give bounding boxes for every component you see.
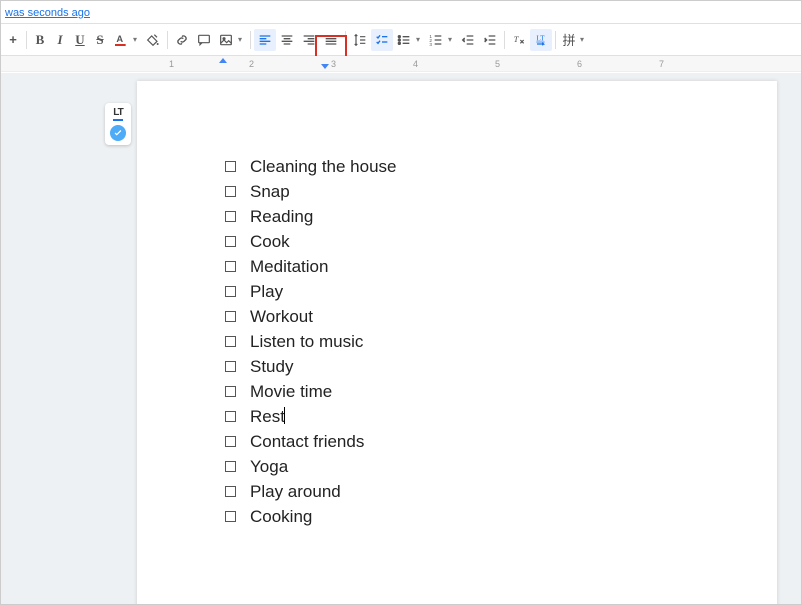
separator: [504, 31, 505, 49]
checklist-item[interactable]: Reading: [225, 205, 397, 230]
link-button[interactable]: [171, 29, 193, 51]
checkbox-icon[interactable]: [225, 461, 236, 472]
italic-button[interactable]: I: [50, 29, 70, 51]
checklist-item[interactable]: Snap: [225, 180, 397, 205]
strikethrough-button[interactable]: S: [90, 29, 110, 51]
checklist-item[interactable]: Meditation: [225, 255, 397, 280]
align-center-button[interactable]: [276, 29, 298, 51]
separator: [345, 31, 346, 49]
image-button[interactable]: [215, 29, 237, 51]
last-edit-link[interactable]: was seconds ago: [5, 7, 90, 19]
separator: [26, 31, 27, 49]
checklist-item[interactable]: Play: [225, 280, 397, 305]
ruler-tick: 2: [249, 59, 254, 69]
line-spacing-button[interactable]: [349, 29, 371, 51]
ruler-tick: 4: [413, 59, 418, 69]
ruler-tick: 1: [169, 59, 174, 69]
checklist-item-text[interactable]: Snap: [250, 180, 290, 205]
checkbox-icon[interactable]: [225, 186, 236, 197]
text-direction-button[interactable]: LT: [530, 29, 552, 51]
indent-button[interactable]: [479, 29, 501, 51]
text-cursor: [284, 407, 285, 424]
checklist-button[interactable]: [371, 29, 393, 51]
checklist-item[interactable]: Cleaning the house: [225, 155, 397, 180]
checklist-item[interactable]: Cooking: [225, 505, 397, 530]
checklist-item-text[interactable]: Yoga: [250, 455, 288, 480]
align-left-button[interactable]: [254, 29, 276, 51]
ruler-tick: 5: [495, 59, 500, 69]
checklist-item-text[interactable]: Movie time: [250, 380, 332, 405]
document-page[interactable]: Cleaning the houseSnapReadingCookMeditat…: [137, 81, 777, 604]
checkbox-icon[interactable]: [225, 511, 236, 522]
toolbar: + B I U S A ▾ ▾ ▾ 123 ▾: [1, 24, 801, 56]
checkbox-icon[interactable]: [225, 286, 236, 297]
lt-icon: LT: [113, 107, 122, 121]
new-button[interactable]: +: [3, 29, 23, 51]
left-indent-marker[interactable]: [321, 64, 329, 69]
checkbox-icon[interactable]: [225, 261, 236, 272]
align-right-button[interactable]: [298, 29, 320, 51]
separator: [555, 31, 556, 49]
ruler-tick: 3: [331, 59, 336, 69]
bold-button[interactable]: B: [30, 29, 50, 51]
ruler-tick: 7: [659, 59, 664, 69]
align-justify-button[interactable]: [320, 29, 342, 51]
separator: [250, 31, 251, 49]
checkbox-icon[interactable]: [225, 361, 236, 372]
checklist-item[interactable]: Yoga: [225, 455, 397, 480]
checkbox-icon[interactable]: [225, 436, 236, 447]
outdent-button[interactable]: [457, 29, 479, 51]
checklist-item[interactable]: Listen to music: [225, 330, 397, 355]
checkbox-icon[interactable]: [225, 311, 236, 322]
svg-text:A: A: [116, 34, 123, 44]
bullet-list-button[interactable]: [393, 29, 415, 51]
status-bar: was seconds ago: [1, 1, 801, 24]
checkbox-icon[interactable]: [225, 161, 236, 172]
checklist-item[interactable]: Study: [225, 355, 397, 380]
clear-format-button[interactable]: T: [508, 29, 530, 51]
svg-text:LT: LT: [536, 33, 545, 42]
pinyin-button[interactable]: 拼: [559, 29, 579, 51]
font-color-button[interactable]: A: [110, 29, 132, 51]
checklist-item-text[interactable]: Play around: [250, 480, 341, 505]
checkbox-icon[interactable]: [225, 211, 236, 222]
checkbox-icon[interactable]: [225, 236, 236, 247]
language-tool-gadget[interactable]: LT: [105, 103, 131, 145]
checklist-item-text[interactable]: Meditation: [250, 255, 328, 280]
first-line-indent-marker[interactable]: [219, 58, 227, 63]
workspace: Cleaning the houseSnapReadingCookMeditat…: [1, 73, 801, 604]
document-content[interactable]: Cleaning the houseSnapReadingCookMeditat…: [225, 155, 397, 530]
ruler-tick: 6: [577, 59, 582, 69]
checklist-item-text[interactable]: Listen to music: [250, 330, 363, 355]
svg-text:T: T: [514, 34, 520, 44]
format-paint-button[interactable]: [142, 29, 164, 51]
checklist-item[interactable]: Movie time: [225, 380, 397, 405]
checklist-item-text[interactable]: Play: [250, 280, 283, 305]
underline-button[interactable]: U: [70, 29, 90, 51]
checkbox-icon[interactable]: [225, 386, 236, 397]
checklist-item-text[interactable]: Cook: [250, 230, 290, 255]
checklist-item[interactable]: Play around: [225, 480, 397, 505]
comment-button[interactable]: [193, 29, 215, 51]
checklist-item-text[interactable]: Rest: [250, 405, 285, 430]
checklist-item[interactable]: Workout: [225, 305, 397, 330]
checkbox-icon[interactable]: [225, 486, 236, 497]
numbered-list-button[interactable]: 123: [425, 29, 447, 51]
separator: [167, 31, 168, 49]
checklist-item-text[interactable]: Workout: [250, 305, 313, 330]
checklist-item-text[interactable]: Contact friends: [250, 430, 364, 455]
checklist-item-text[interactable]: Cleaning the house: [250, 155, 397, 180]
svg-text:3: 3: [429, 42, 432, 47]
checklist-item-text[interactable]: Study: [250, 355, 293, 380]
check-circle-icon: [110, 125, 126, 141]
checkbox-icon[interactable]: [225, 411, 236, 422]
checklist-item[interactable]: Contact friends: [225, 430, 397, 455]
checklist-item-text[interactable]: Cooking: [250, 505, 312, 530]
ruler[interactable]: 1 2 3 4 5 6 7: [1, 56, 801, 72]
checklist-item[interactable]: Cook: [225, 230, 397, 255]
checkbox-icon[interactable]: [225, 336, 236, 347]
checklist-item[interactable]: Rest: [225, 405, 397, 430]
checklist-item-text[interactable]: Reading: [250, 205, 313, 230]
